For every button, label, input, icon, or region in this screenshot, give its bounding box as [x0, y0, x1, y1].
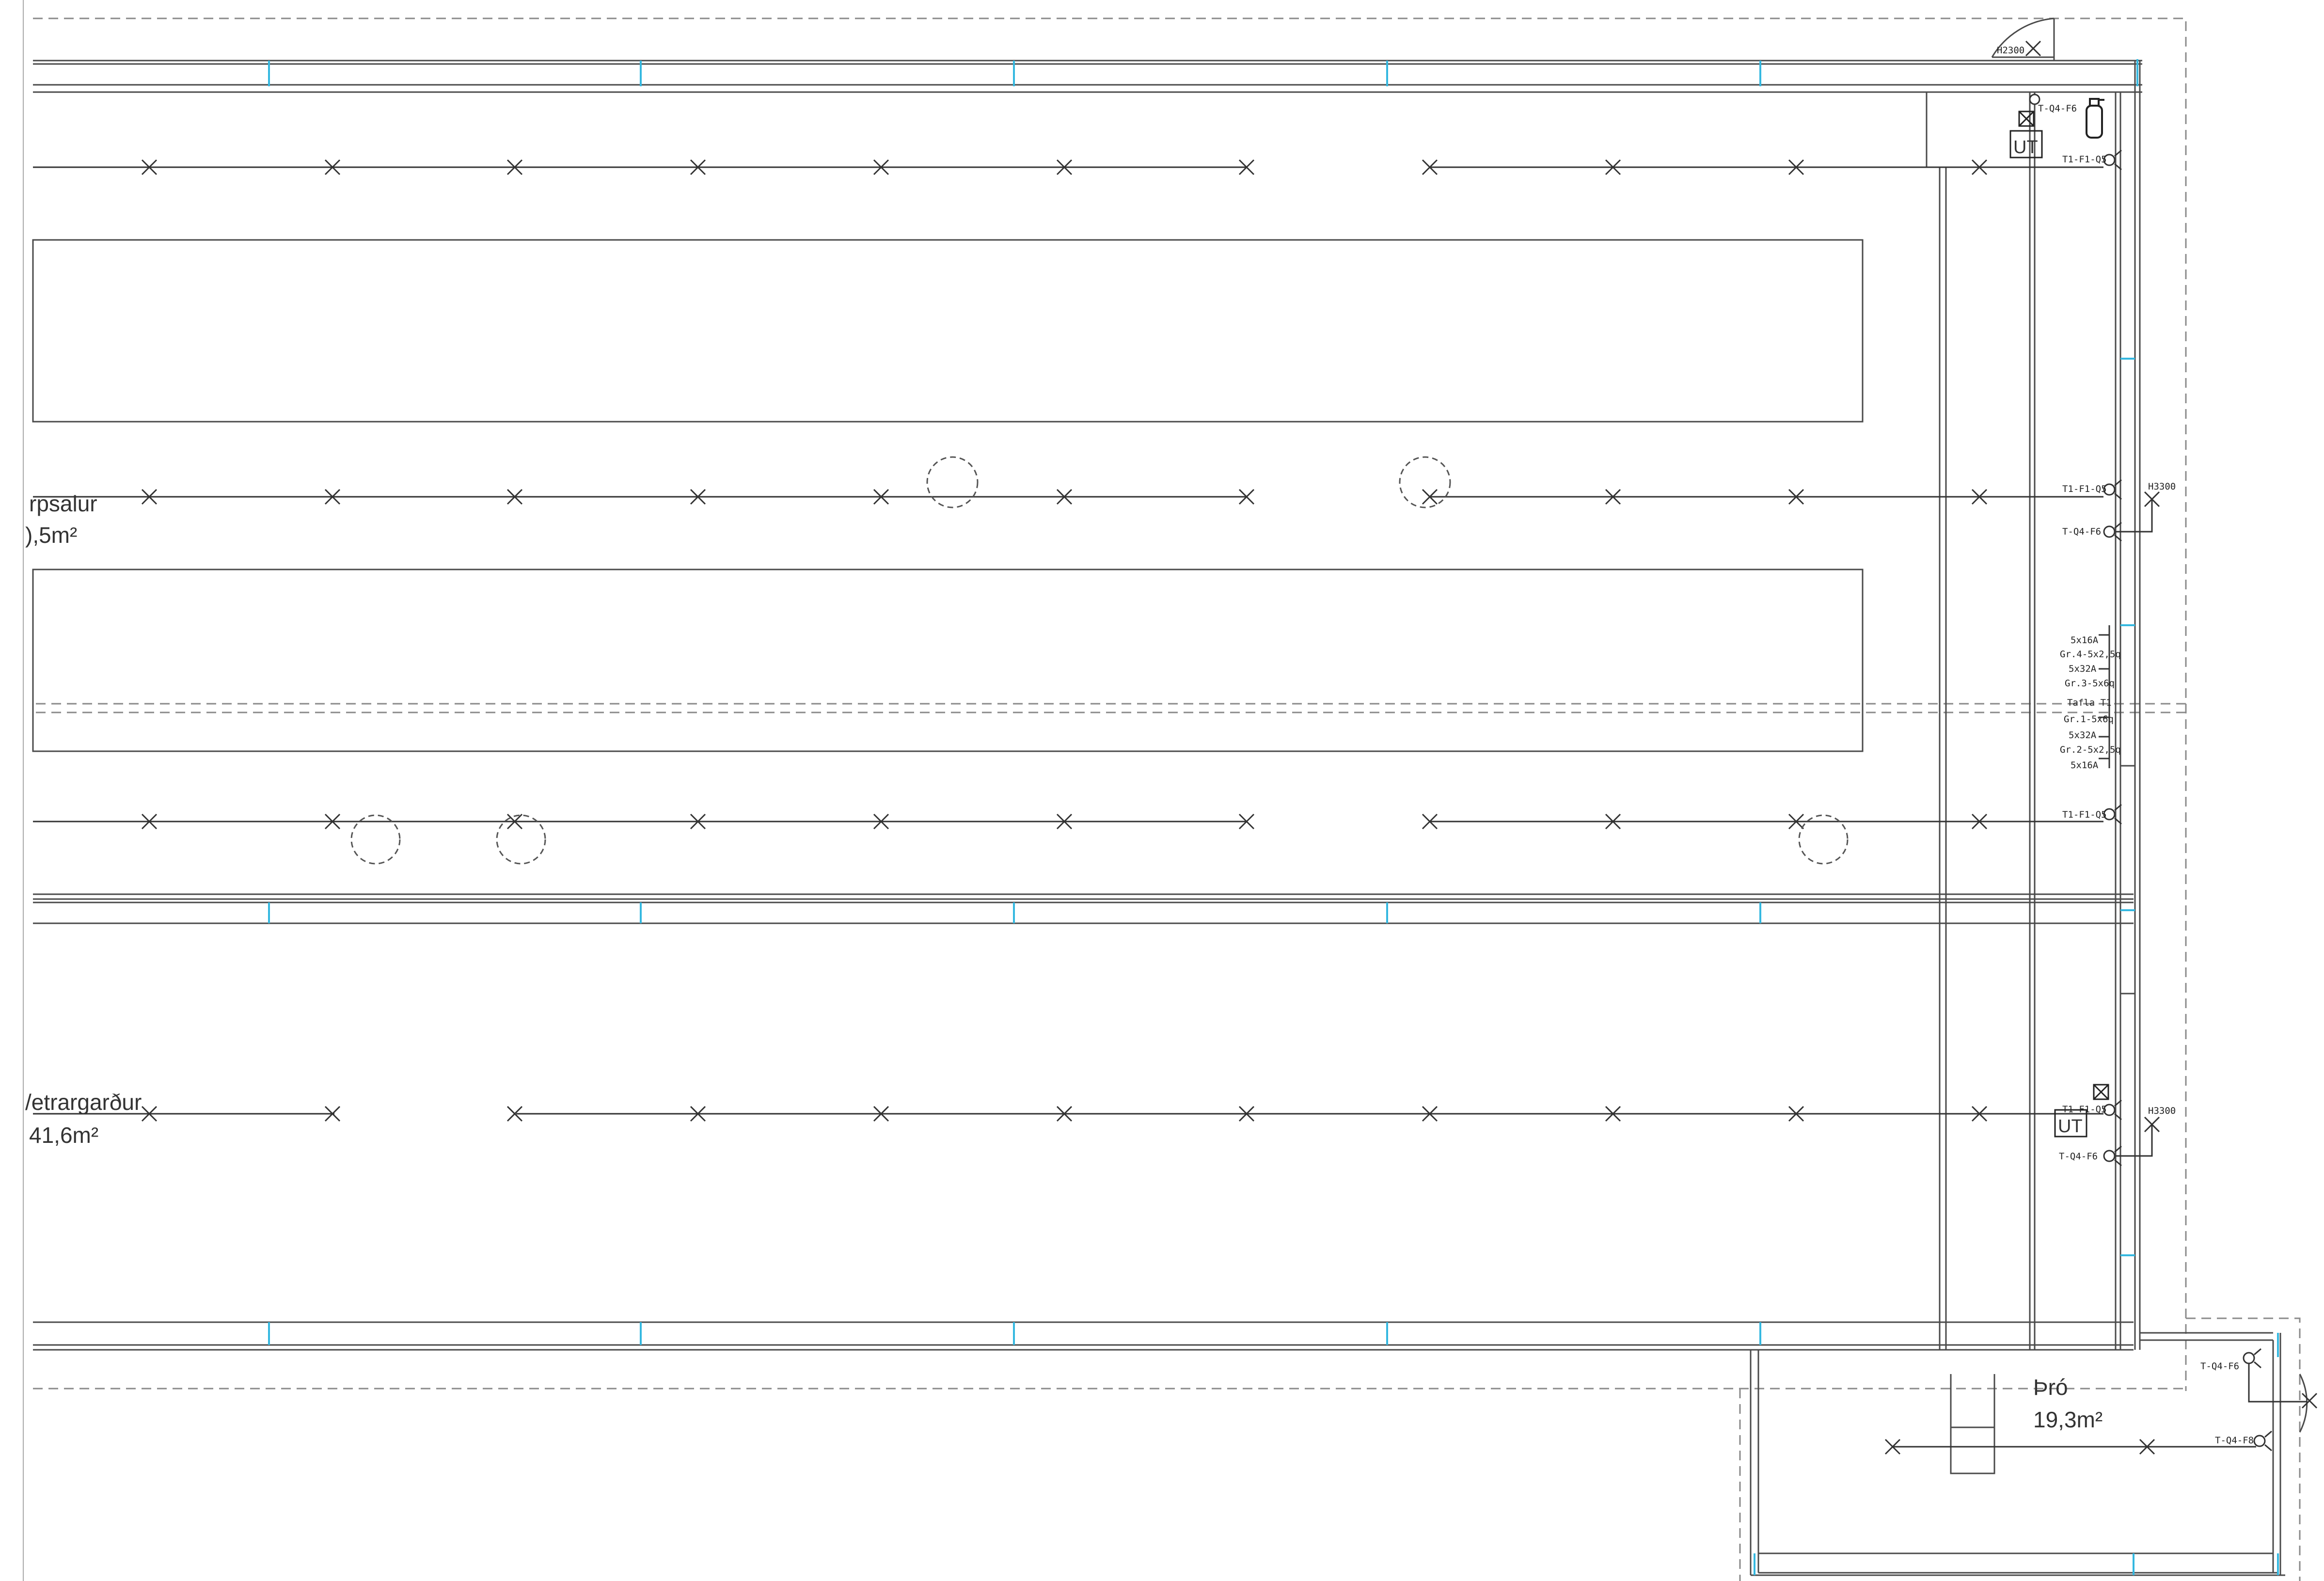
socket-icon [2253, 1430, 2272, 1452]
room-vetrargardur: /etrargarður 41,6m² [25, 1090, 142, 1148]
room-name: Þró [2033, 1375, 2068, 1400]
circuit-label: T-Q4-F6 [2200, 1361, 2239, 1372]
panel-label: Gr.2-5x2,5q [2060, 744, 2121, 755]
room-tro: Þró 19,3m² [2033, 1375, 2103, 1432]
switch-markers [2025, 40, 2318, 1409]
switch-label: H3300 [2148, 1106, 2176, 1116]
panel-label: 5x32A [2069, 730, 2097, 741]
ut-label: UT [2058, 1116, 2083, 1137]
panel-label: Gr.4-5x2,5q [2060, 649, 2121, 660]
floor-plan: rpsalur ),5m² /etrargarður 41,6m² Þró 19… [23, 0, 2318, 1581]
switch-label: H2300 [1997, 45, 2024, 56]
circuit-label: T-Q4-F6 [2038, 103, 2077, 114]
room-name: rpsalur [29, 491, 97, 516]
fire-extinguisher-icon [2086, 98, 2104, 139]
switch-label: H3300 [2148, 481, 2176, 492]
room-salur: rpsalur ),5m² [25, 491, 97, 548]
window-accents [268, 59, 2279, 1575]
circuit-label: T1-F1-Q5 [2062, 484, 2107, 494]
socket-icon [2029, 94, 2040, 105]
socket-icon [2243, 1348, 2261, 1369]
circuit-label: T1-F1-Q5 [2062, 809, 2107, 820]
technical-labels: UT UT H2300 H3300 H3300 T-Q4-F6 T1-F1-Q5… [1997, 45, 2254, 1446]
dashed-circles [350, 456, 1849, 865]
circuit-label: T1-F1-Q5 [2062, 154, 2107, 165]
panel-label: 5x32A [2069, 664, 2097, 674]
room-area: 41,6m² [29, 1123, 98, 1148]
wall-sockets [2029, 94, 2272, 1452]
circuit-label: T1-F1-Q5 [2062, 1104, 2107, 1115]
circuit-label: T-Q4-F8 [2215, 1435, 2254, 1446]
dashed-outline [23, 0, 2301, 1581]
wall-bottom [33, 1321, 2273, 1351]
ut-box [2009, 130, 2087, 1138]
panel-label: 5x16A [2071, 635, 2099, 646]
wall-top [33, 60, 2142, 93]
emergency-box-icon [2018, 111, 2109, 1100]
table-outlines [32, 239, 1864, 752]
light-fixtures [141, 159, 2155, 1455]
room-area: 19,3m² [2033, 1407, 2103, 1432]
wall-middle [33, 893, 2134, 924]
circuit-label: T-Q4-F6 [2062, 526, 2101, 537]
panel-label: Gr.3-5x6q [2065, 678, 2115, 689]
door-swing-icon [2299, 1374, 2308, 1433]
panel-label: 5x16A [2071, 760, 2099, 771]
light-circuits [33, 166, 2256, 1448]
room-name: /etrargarður [25, 1090, 142, 1115]
circuit-label: T-Q4-F6 [2059, 1151, 2098, 1162]
panel-label: Gr.1-5x6q [2064, 714, 2114, 725]
room-area: ),5m² [25, 522, 77, 548]
panel-label: Tafla T1 [2067, 697, 2112, 708]
ut-label: UT [2013, 137, 2038, 158]
